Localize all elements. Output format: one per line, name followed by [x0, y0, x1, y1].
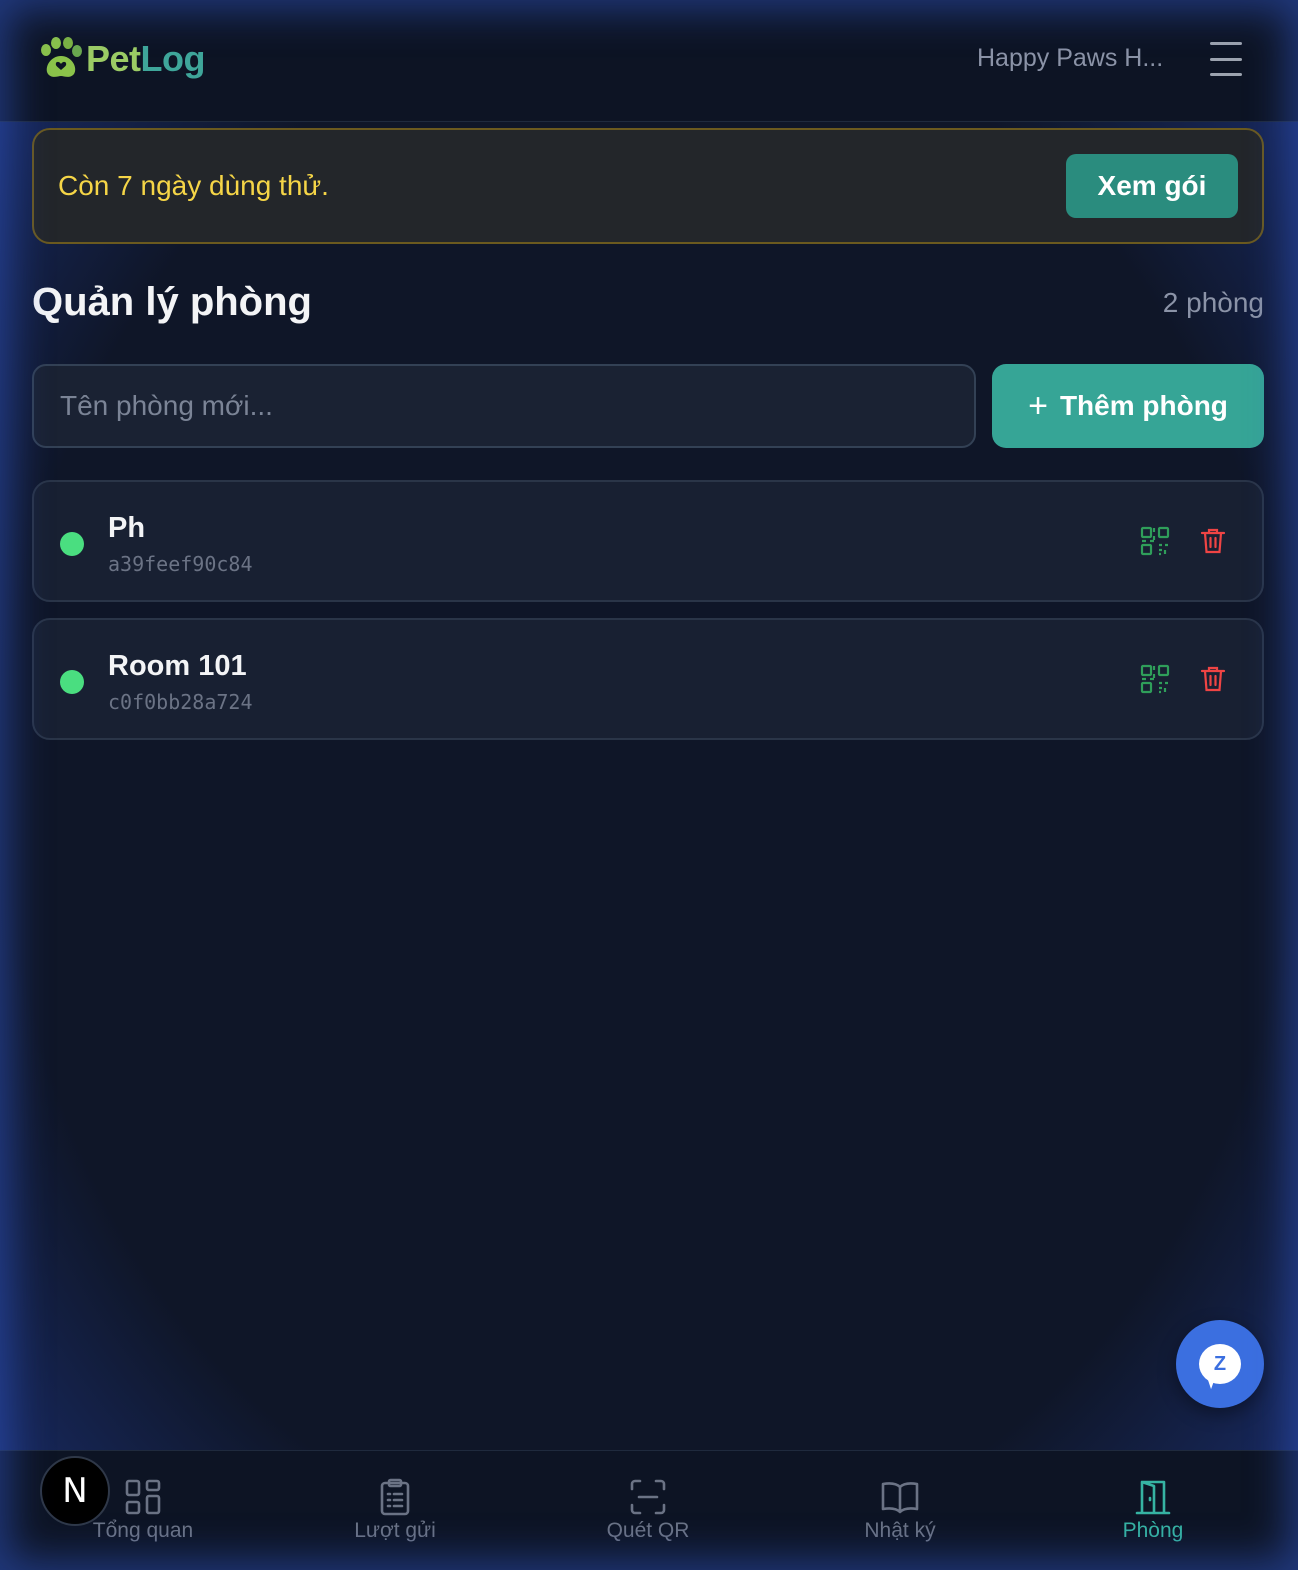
new-room-name-input[interactable]	[32, 364, 976, 448]
trash-icon[interactable]	[1198, 664, 1228, 694]
logo-text-log: Log	[140, 38, 206, 79]
grid-icon	[125, 1479, 161, 1515]
avatar[interactable]: N	[40, 1456, 110, 1526]
nav-label: Phòng	[1122, 1519, 1184, 1542]
app-header: Pet Log Happy Paws H...	[0, 0, 1298, 122]
menu-line	[1210, 57, 1242, 61]
menu-line	[1210, 73, 1242, 76]
room-card[interactable]: Room 101 c0f0bb28a724	[32, 618, 1264, 740]
room-code: c0f0bb28a724	[108, 690, 253, 714]
nav-item-journal[interactable]: Nhật ký	[800, 1471, 1000, 1543]
room-code: a39feef90c84	[108, 552, 253, 576]
plus-icon: +	[1028, 387, 1048, 425]
chat-bubble-tail	[1203, 1376, 1215, 1390]
trial-text: Còn 7 ngày dùng thử.	[58, 170, 329, 201]
add-room-button[interactable]: + Thêm phòng	[992, 364, 1264, 448]
room-count: 2 phòng	[1162, 287, 1264, 318]
door-icon	[1135, 1480, 1171, 1515]
chat-support-button[interactable]: Z	[1176, 1320, 1264, 1408]
room-name: Ph	[108, 512, 146, 544]
page-title: Quản lý phòng	[32, 280, 312, 324]
status-dot	[60, 532, 84, 556]
logo-text-pet: Pet	[86, 38, 141, 79]
view-plans-button[interactable]: Xem gói	[1066, 154, 1238, 218]
qr-code-icon[interactable]	[1140, 526, 1170, 556]
nav-label: Nhật ký	[864, 1519, 936, 1542]
menu-line	[1210, 42, 1242, 45]
bottom-navigation: Tổng quan Lượt gửi Quét QR Nhật ký Phòng	[0, 1450, 1298, 1570]
trial-banner: Còn 7 ngày dùng thử. Xem gói	[32, 128, 1264, 244]
organization-name[interactable]: Happy Paws H...	[977, 44, 1163, 73]
clipboard-icon	[380, 1478, 410, 1516]
book-icon	[881, 1482, 919, 1514]
scan-icon	[630, 1479, 666, 1515]
status-dot	[60, 670, 84, 694]
room-card[interactable]: Ph a39feef90c84	[32, 480, 1264, 602]
room-name: Room 101	[108, 650, 247, 682]
petlog-logo[interactable]: Pet Log	[36, 36, 206, 82]
add-room-label: Thêm phòng	[1059, 390, 1228, 421]
paw-icon	[41, 37, 82, 77]
nav-item-rooms[interactable]: Phòng	[1053, 1471, 1253, 1543]
chat-fab-letter: Z	[1213, 1352, 1227, 1375]
nav-item-checkins[interactable]: Lượt gửi	[295, 1471, 495, 1543]
nav-label: Quét QR	[606, 1519, 690, 1542]
nav-label: Lượt gửi	[354, 1519, 436, 1542]
nav-item-scan-qr[interactable]: Quét QR	[548, 1471, 748, 1543]
trash-icon[interactable]	[1198, 526, 1228, 556]
qr-code-icon[interactable]	[1140, 664, 1170, 694]
chat-bubble-icon: Z	[1199, 1344, 1241, 1390]
hamburger-menu-icon[interactable]	[1210, 42, 1246, 76]
